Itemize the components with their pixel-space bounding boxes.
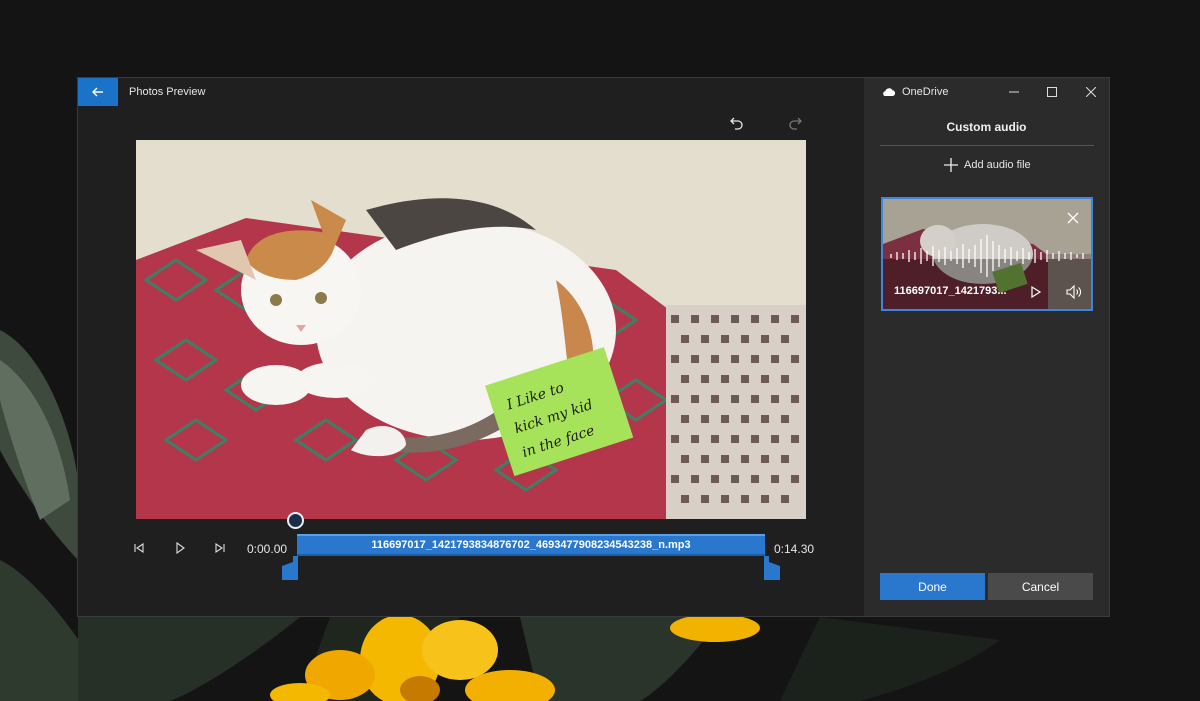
trim-end-handle[interactable] [764, 556, 780, 580]
redo-button[interactable] [784, 112, 806, 134]
close-icon [1086, 87, 1096, 97]
add-audio-label: Add audio file [964, 159, 1031, 171]
step-back-icon [134, 543, 144, 553]
onedrive-label: OneDrive [902, 86, 949, 98]
audio-clip-card[interactable]: 116697017_1421793... [881, 197, 1093, 311]
trim-start-handle[interactable] [282, 556, 298, 580]
cloud-icon [883, 87, 896, 96]
panel-divider [880, 145, 1094, 146]
done-button[interactable]: Done [880, 573, 985, 600]
back-button[interactable] [78, 78, 118, 106]
playhead-scrubber[interactable] [287, 512, 304, 529]
close-window-button[interactable] [1081, 83, 1101, 101]
back-arrow-icon [92, 87, 103, 97]
audio-track-label: 116697017_1421793834876702_4693477908234… [371, 539, 691, 551]
play-button[interactable] [169, 539, 191, 557]
maximize-icon [1047, 87, 1057, 97]
cancel-button[interactable]: Cancel [988, 573, 1093, 600]
minimize-icon [1009, 91, 1019, 93]
play-icon[interactable] [1029, 285, 1043, 299]
remove-audio-icon[interactable] [1067, 212, 1079, 224]
maximize-button[interactable] [1042, 83, 1062, 101]
undo-icon [730, 117, 743, 130]
plus-icon [944, 158, 958, 172]
volume-icon[interactable] [1065, 284, 1083, 300]
undo-button[interactable] [726, 112, 748, 134]
panel-title: Custom audio [946, 120, 1027, 134]
app-title: Photos Preview [129, 86, 206, 98]
audio-track-edge [297, 554, 765, 556]
play-icon [176, 542, 185, 554]
redo-icon [789, 117, 802, 130]
cat-photo: I Like to kick my kid in the face [136, 140, 806, 519]
step-forward-icon [215, 543, 225, 553]
step-forward-button[interactable] [209, 539, 231, 557]
audio-file-name: 116697017_1421793... [894, 285, 1007, 297]
start-time: 0:00.00 [247, 542, 288, 556]
audio-track[interactable]: 116697017_1421793834876702_4693477908234… [297, 534, 765, 554]
photos-window: Photos Preview I Like to kick my kid in … [77, 77, 1110, 617]
custom-audio-panel: OneDrive Custom audio Add audio file 116… [864, 78, 1109, 616]
add-audio-file-button[interactable]: Add audio file [944, 158, 1031, 172]
step-back-button[interactable] [128, 539, 150, 557]
title-bar: Photos Preview [78, 78, 864, 106]
minimize-button[interactable] [1004, 83, 1024, 101]
video-preview[interactable]: I Like to kick my kid in the face [136, 140, 806, 519]
onedrive-button[interactable]: OneDrive [882, 86, 948, 98]
end-time: 0:14.30 [774, 542, 815, 556]
